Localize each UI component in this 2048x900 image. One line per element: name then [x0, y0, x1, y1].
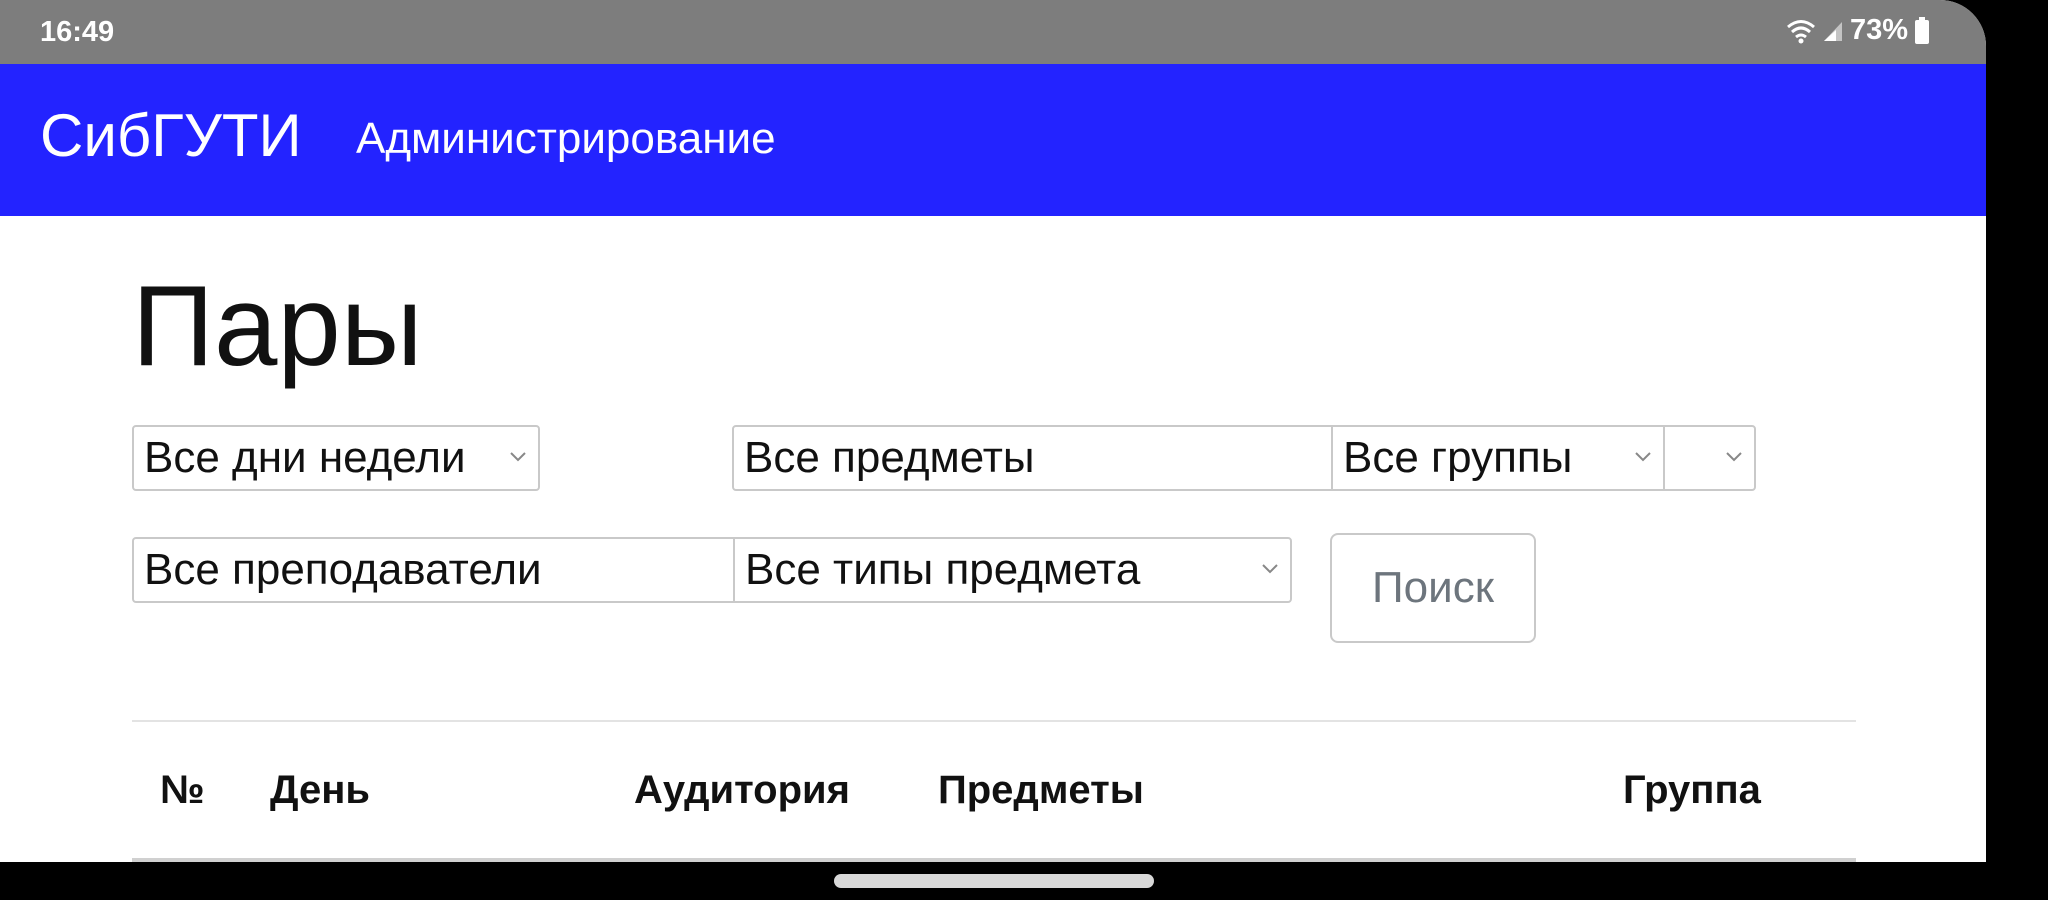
divider: [132, 720, 1856, 722]
teachers-input[interactable]: Все преподаватели: [132, 537, 735, 603]
chevron-down-icon: [1262, 564, 1278, 574]
teachers-input-placeholder: Все преподаватели: [144, 545, 542, 594]
home-indicator[interactable]: [834, 874, 1154, 888]
weekday-select-value: Все дни недели: [144, 433, 466, 482]
column-header-subjects: Предметы: [938, 768, 1144, 812]
column-header-day: День: [270, 768, 370, 812]
battery-icon: [1914, 16, 1930, 45]
device-screen: 16:49 73% СибГУТИ Администрирование Пары…: [0, 0, 1986, 862]
battery-percent: 73%: [1849, 14, 1908, 46]
subject-type-select-value: Все типы предмета: [745, 545, 1141, 594]
column-header-room: Аудитория: [634, 768, 850, 812]
table-header: № День Аудитория Предметы Группа: [0, 760, 1986, 820]
subject-type-select[interactable]: Все типы предмета: [733, 537, 1292, 603]
column-header-number: №: [160, 768, 205, 812]
status-icons: 73%: [1786, 14, 1930, 47]
subjects-input[interactable]: Все предметы: [732, 425, 1333, 491]
navbar: СибГУТИ Администрирование: [0, 64, 1986, 216]
chevron-down-icon: [1635, 452, 1651, 462]
chevron-down-icon: [510, 452, 526, 462]
search-button[interactable]: Поиск: [1330, 533, 1536, 643]
nav-link-admin[interactable]: Администрирование: [356, 117, 776, 161]
extra-select[interactable]: [1663, 425, 1756, 491]
weekday-select[interactable]: Все дни недели: [132, 425, 540, 491]
subjects-input-placeholder: Все предметы: [744, 433, 1035, 482]
groups-select-value: Все группы: [1343, 433, 1573, 482]
table-header-border: [132, 858, 1856, 862]
signal-icon: [1822, 19, 1844, 43]
status-bar: 16:49 73%: [0, 0, 1986, 64]
status-time: 16:49: [40, 16, 115, 48]
page-title: Пары: [132, 263, 423, 390]
chevron-down-icon: [1726, 452, 1742, 462]
wifi-icon: [1786, 18, 1816, 44]
column-header-group: Группа: [1623, 768, 1761, 812]
groups-select[interactable]: Все группы: [1331, 425, 1665, 491]
brand-logo-link[interactable]: СибГУТИ: [40, 106, 302, 166]
